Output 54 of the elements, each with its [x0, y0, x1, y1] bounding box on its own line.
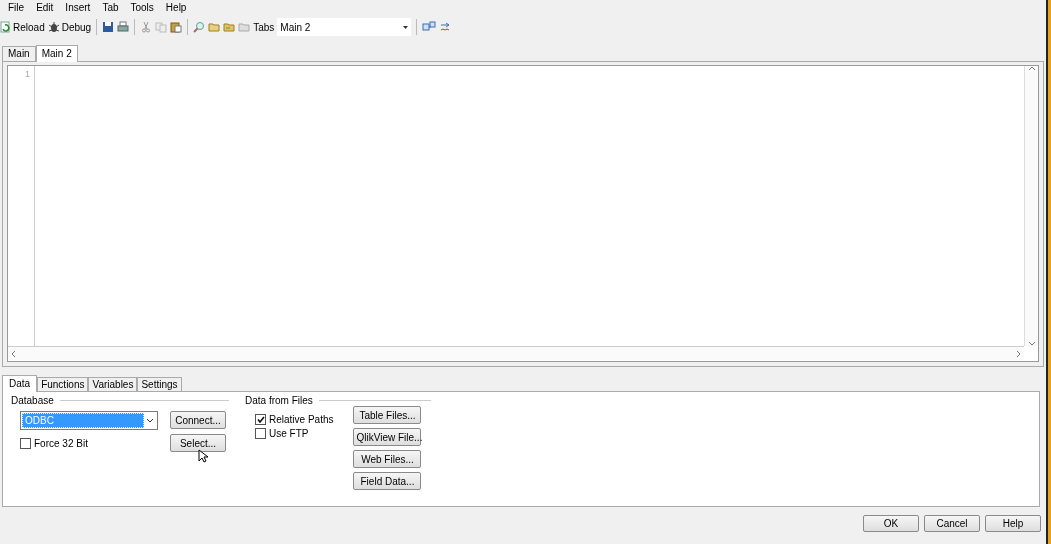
save-icon [102, 21, 115, 33]
vertical-scrollbar[interactable] [1024, 66, 1038, 346]
horizontal-scrollbar[interactable] [8, 346, 1024, 360]
panel-tab[interactable]: Settings [137, 377, 182, 391]
menu-item[interactable]: Edit [30, 0, 60, 15]
file-button[interactable]: Field Data... [353, 472, 422, 490]
menu-item[interactable]: Insert [59, 0, 97, 15]
file-button[interactable]: Table Files... [353, 406, 422, 424]
checkbox[interactable] [255, 413, 266, 425]
group-title: Database [11, 394, 54, 406]
chevron-icon [11, 349, 16, 358]
tabs-dropdown[interactable]: Main 2 [277, 18, 412, 36]
database-button[interactable]: Connect... [170, 411, 226, 429]
dropdown-arrow-icon [403, 25, 409, 29]
reload-button[interactable]: Reload [0, 21, 45, 33]
database-button[interactable]: Select... [170, 434, 226, 452]
arrows-icon [439, 21, 452, 33]
tabs-label: Tabs [253, 21, 275, 33]
magnifier-icon [193, 21, 206, 33]
menu-item[interactable]: File [2, 0, 31, 15]
folder-icon [238, 21, 251, 33]
refresh-icon [0, 21, 11, 33]
bug-icon [47, 21, 60, 33]
checkbox-label: Relative Paths [269, 413, 334, 425]
script-tab[interactable]: Main 2 [35, 45, 78, 62]
file-button[interactable]: Web Files... [353, 450, 422, 468]
checkbox-label: Force 32 Bit [34, 437, 88, 449]
copy-icon [155, 21, 168, 33]
scissors-icon [140, 21, 153, 33]
chevron-icon [1027, 66, 1036, 71]
checkbox-label: Use FTP [269, 427, 309, 439]
panel-tab[interactable]: Functions [37, 377, 89, 391]
dialog-button[interactable]: OK [863, 515, 919, 532]
mouse-cursor-icon [198, 449, 208, 463]
menu-item[interactable]: Help [159, 0, 193, 15]
panel-tab[interactable]: Data [2, 375, 38, 392]
line-number: 1 [24, 69, 30, 79]
folder-icon [208, 21, 221, 33]
group-title: Data from Files [245, 394, 313, 406]
menu-item[interactable]: Tab [96, 0, 125, 15]
folder-icon [223, 21, 236, 33]
dialog-button[interactable]: Cancel [924, 515, 980, 532]
tab-order-icon [422, 21, 437, 33]
paste-icon [170, 21, 183, 33]
print-icon [117, 21, 130, 33]
checkbox[interactable] [255, 427, 266, 439]
panel-tab[interactable]: Variables [88, 377, 138, 391]
checkbox[interactable] [20, 437, 31, 449]
dialog-button[interactable]: Help [985, 515, 1041, 532]
debug-button[interactable]: Debug [47, 21, 92, 33]
file-button[interactable]: QlikView File... [353, 428, 422, 446]
menu-item[interactable]: Tools [124, 0, 160, 15]
script-tab[interactable]: Main [2, 46, 36, 61]
checkmark-icon [256, 415, 265, 423]
